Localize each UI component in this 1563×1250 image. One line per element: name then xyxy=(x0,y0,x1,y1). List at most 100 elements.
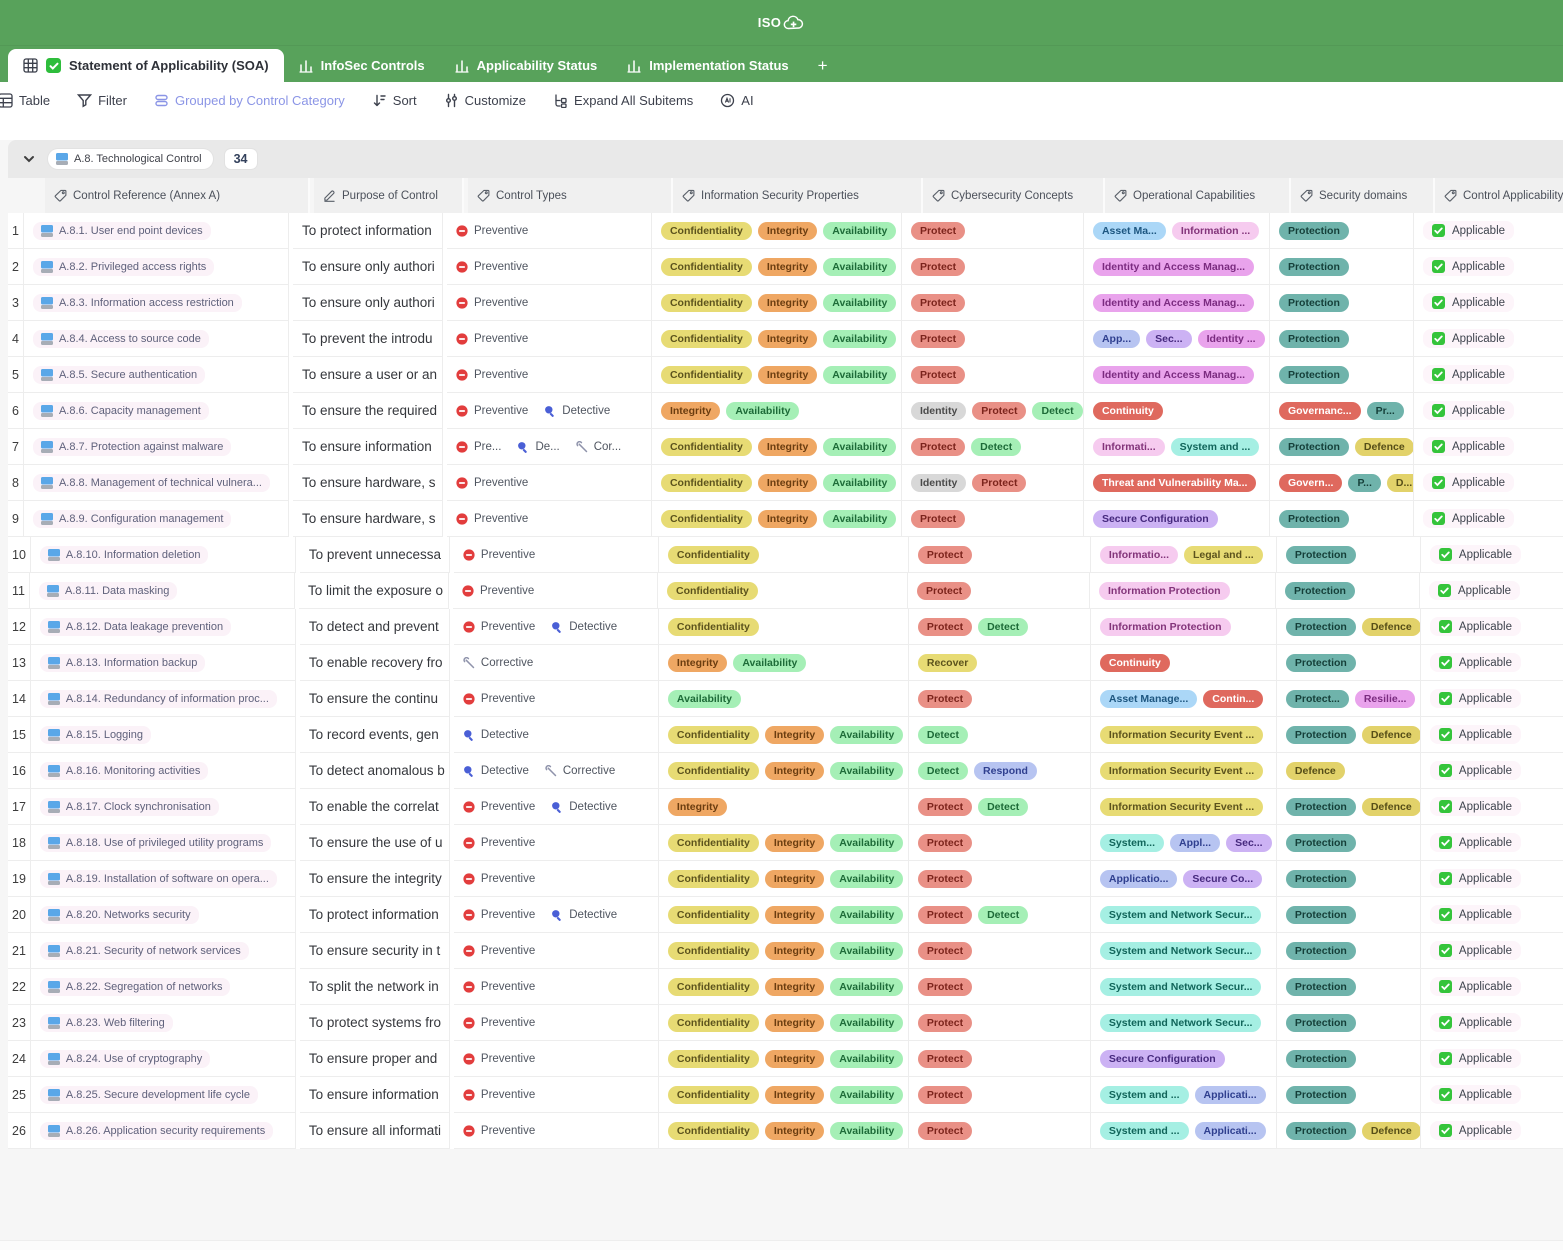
cell-control-types[interactable]: Preventive xyxy=(454,1113,659,1149)
cell-infosec-properties[interactable]: ConfidentialityIntegrityAvailability xyxy=(652,285,902,321)
cell-control-reference[interactable]: A.8.13. Information backup xyxy=(31,645,296,681)
cell-security-domains[interactable]: Protection xyxy=(1277,897,1421,933)
cell-control-types[interactable]: Preventive xyxy=(454,933,659,969)
tab-applicability-status[interactable]: Applicability Status xyxy=(440,49,613,82)
cell-cybersecurity-concepts[interactable]: Protect xyxy=(902,357,1084,393)
row-number[interactable]: 2 xyxy=(8,249,24,285)
row-number[interactable]: 1 xyxy=(8,213,24,249)
cell-cybersecurity-concepts[interactable]: Protect xyxy=(909,681,1091,717)
cell-infosec-properties[interactable]: IntegrityAvailability xyxy=(659,645,909,681)
cell-infosec-properties[interactable]: ConfidentialityIntegrityAvailability xyxy=(659,825,909,861)
cell-purpose[interactable]: To split the network in xyxy=(300,969,450,1005)
cell-operational-capabilities[interactable]: Continuity xyxy=(1091,645,1277,681)
cell-infosec-properties[interactable]: ConfidentialityIntegrityAvailability xyxy=(652,501,902,537)
row-number[interactable]: 8 xyxy=(8,465,24,501)
cell-operational-capabilities[interactable]: Asset Manage...Contin... xyxy=(1091,681,1277,717)
cell-control-reference[interactable]: A.8.11. Data masking xyxy=(30,573,295,609)
cell-cybersecurity-concepts[interactable]: Detect xyxy=(909,717,1091,753)
cell-operational-capabilities[interactable]: Secure Configuration xyxy=(1091,1041,1277,1077)
cell-operational-capabilities[interactable]: System and ...Applicati... xyxy=(1091,1113,1277,1149)
cell-infosec-properties[interactable]: IntegrityAvailability xyxy=(652,393,902,429)
cell-cybersecurity-concepts[interactable]: ProtectDetect xyxy=(909,609,1091,645)
cell-operational-capabilities[interactable]: Information Security Event ... xyxy=(1091,789,1277,825)
cell-security-domains[interactable]: Protect...Resilie... xyxy=(1277,681,1421,717)
row-number[interactable]: 14 xyxy=(8,681,31,717)
toolbar-filter[interactable]: Filter xyxy=(77,93,127,108)
cell-cybersecurity-concepts[interactable]: Protect xyxy=(902,321,1084,357)
cell-infosec-properties[interactable]: ConfidentialityIntegrityAvailability xyxy=(652,357,902,393)
cell-control-applicability[interactable]: Applicable xyxy=(1421,537,1563,573)
cell-cybersecurity-concepts[interactable]: Protect xyxy=(909,537,1091,573)
row-number[interactable]: 13 xyxy=(8,645,31,681)
tab-infosec-controls[interactable]: InfoSec Controls xyxy=(284,49,440,82)
row-number[interactable]: 24 xyxy=(8,1041,31,1077)
cell-purpose[interactable]: To ensure hardware, s xyxy=(293,465,443,501)
cell-control-types[interactable]: DetectiveCorrective xyxy=(454,753,659,789)
cell-purpose[interactable]: To ensure the required xyxy=(293,393,443,429)
cell-purpose[interactable]: To prevent the introdu xyxy=(293,321,443,357)
cell-operational-capabilities[interactable]: Threat and Vulnerability Ma... xyxy=(1084,465,1270,501)
cell-control-reference[interactable]: A.8.2. Privileged access rights xyxy=(24,249,289,285)
column-header-purpose[interactable]: Purpose of Control xyxy=(314,178,464,213)
cell-security-domains[interactable]: Protection xyxy=(1270,321,1414,357)
cell-security-domains[interactable]: Protection xyxy=(1276,573,1420,609)
tab-soa[interactable]: Statement of Applicability (SOA) xyxy=(8,49,284,82)
column-header-caps[interactable]: Operational Capabilities xyxy=(1105,178,1291,213)
cell-control-applicability[interactable]: Applicable xyxy=(1414,465,1563,501)
row-number[interactable]: 20 xyxy=(8,897,31,933)
cell-control-reference[interactable]: A.8.26. Application security requirement… xyxy=(31,1113,296,1149)
cell-control-applicability[interactable]: Applicable xyxy=(1421,897,1563,933)
cell-infosec-properties[interactable]: ConfidentialityIntegrityAvailability xyxy=(652,213,902,249)
cell-security-domains[interactable]: Protection xyxy=(1277,933,1421,969)
cell-infosec-properties[interactable]: ConfidentialityIntegrityAvailability xyxy=(652,321,902,357)
cell-security-domains[interactable]: ProtectionDefence xyxy=(1277,609,1421,645)
row-number[interactable]: 15 xyxy=(8,717,31,753)
cell-control-applicability[interactable]: Applicable xyxy=(1421,789,1563,825)
cell-cybersecurity-concepts[interactable]: Protect xyxy=(909,1113,1091,1149)
cell-purpose[interactable]: To detect anomalous b xyxy=(300,753,450,789)
cell-operational-capabilities[interactable]: Information Security Event ... xyxy=(1091,753,1277,789)
cell-control-reference[interactable]: A.8.23. Web filtering xyxy=(31,1005,296,1041)
row-number[interactable]: 23 xyxy=(8,1005,31,1041)
cell-control-types[interactable]: PreventiveDetective xyxy=(447,393,652,429)
cell-control-reference[interactable]: A.8.21. Security of network services xyxy=(31,933,296,969)
cell-operational-capabilities[interactable]: Secure Configuration xyxy=(1084,501,1270,537)
cell-control-applicability[interactable]: Applicable xyxy=(1421,1113,1563,1149)
cell-purpose[interactable]: To prevent unnecessa xyxy=(300,537,450,573)
chevron-down-icon[interactable] xyxy=(22,152,36,166)
tab-implementation-status[interactable]: Implementation Status xyxy=(612,49,803,82)
cell-control-applicability[interactable]: Applicable xyxy=(1421,753,1563,789)
cell-control-reference[interactable]: A.8.25. Secure development life cycle xyxy=(31,1077,296,1113)
row-number[interactable]: 12 xyxy=(8,609,31,645)
column-header-applicability[interactable]: Control Applicability xyxy=(1435,178,1563,213)
cell-infosec-properties[interactable]: ConfidentialityIntegrityAvailability xyxy=(659,753,909,789)
cell-security-domains[interactable]: Protection xyxy=(1277,969,1421,1005)
column-header-concepts[interactable]: Cybersecurity Concepts xyxy=(923,178,1105,213)
cell-cybersecurity-concepts[interactable]: Protect xyxy=(909,861,1091,897)
cell-security-domains[interactable]: Protection xyxy=(1270,213,1414,249)
cell-control-reference[interactable]: A.8.14. Redundancy of information proc..… xyxy=(31,681,296,717)
cell-control-applicability[interactable]: Applicable xyxy=(1421,861,1563,897)
cell-control-applicability[interactable]: Applicable xyxy=(1421,645,1563,681)
cell-cybersecurity-concepts[interactable]: Protect xyxy=(909,1077,1091,1113)
cell-purpose[interactable]: To ensure proper and xyxy=(300,1041,450,1077)
cell-purpose[interactable]: To ensure only authori xyxy=(293,249,443,285)
cell-security-domains[interactable]: Protection xyxy=(1277,861,1421,897)
toolbar-expand[interactable]: Expand All Subitems xyxy=(553,93,693,108)
cell-cybersecurity-concepts[interactable]: IdentityProtect xyxy=(902,465,1084,501)
toolbar-table[interactable]: Table xyxy=(0,93,50,108)
cell-infosec-properties[interactable]: Confidentiality xyxy=(659,537,909,573)
cell-control-applicability[interactable]: Applicable xyxy=(1421,1005,1563,1041)
column-header-domains[interactable]: Security domains xyxy=(1291,178,1435,213)
cell-purpose[interactable]: To detect and prevent xyxy=(300,609,450,645)
cell-control-reference[interactable]: A.8.17. Clock synchronisation xyxy=(31,789,296,825)
cell-security-domains[interactable]: ProtectionDefence xyxy=(1270,429,1414,465)
cell-control-applicability[interactable]: Applicable xyxy=(1414,249,1563,285)
cell-operational-capabilities[interactable]: Informatio...Legal and ... xyxy=(1091,537,1277,573)
row-number[interactable]: 26 xyxy=(8,1113,31,1149)
cell-control-types[interactable]: Preventive xyxy=(447,249,652,285)
column-header-ref[interactable]: Control Reference (Annex A) xyxy=(45,178,310,213)
cell-operational-capabilities[interactable]: System and ...Applicati... xyxy=(1091,1077,1277,1113)
cell-operational-capabilities[interactable]: Information Protection xyxy=(1091,609,1277,645)
cell-purpose[interactable]: To ensure information xyxy=(300,1077,450,1113)
